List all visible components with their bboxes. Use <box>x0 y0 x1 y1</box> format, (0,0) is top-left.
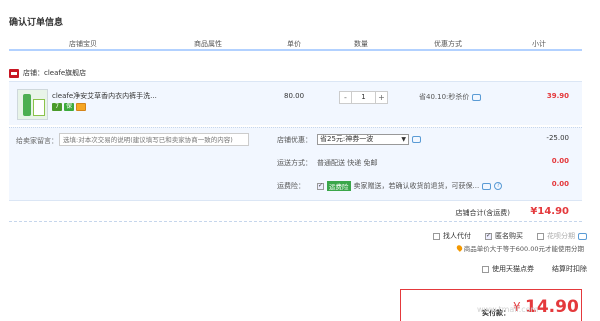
product-box-shape <box>33 99 45 116</box>
unit-price: 80.00 <box>284 92 305 100</box>
proxy-pay-option[interactable]: 找人代付 <box>433 231 471 241</box>
credit-card-icon[interactable] <box>76 103 86 111</box>
store-discount-amount: -25.00 <box>546 134 569 142</box>
installment-info-icon[interactable] <box>578 232 587 240</box>
guarantee-icon[interactable]: 保 <box>64 103 74 111</box>
store-discount-select[interactable]: 省25元:神券一波 <box>317 134 409 145</box>
tmall-points-label: 使用天猫点券 <box>492 265 534 273</box>
settle-deduct-text: 结算时扣除 <box>552 265 587 273</box>
quantity-increase-button[interactable]: + <box>375 91 388 104</box>
points-row: 使用天猫点券 结算时扣除 <box>482 264 587 274</box>
seller-message-input[interactable] <box>59 133 249 146</box>
installment-checkbox <box>537 232 544 240</box>
column-quantity: 数量 <box>354 40 368 48</box>
tmall-points-option[interactable]: 使用天猫点券 <box>482 264 534 274</box>
shop-name[interactable]: 店铺：cleafe旗舰店 <box>23 68 86 78</box>
item-subtotal: 39.90 <box>546 92 569 100</box>
proxy-pay-checkbox[interactable] <box>433 232 440 240</box>
store-total-label: 店铺合计(含运费) <box>455 209 510 217</box>
store-icon <box>9 68 19 78</box>
insurance-text: 卖家赠送，若确认收货前退货，可获保... <box>353 182 480 190</box>
store-total-row: 店铺合计(含运费) ¥14.90 <box>9 200 582 222</box>
discount-text: 省40.10:秒杀价 <box>419 93 470 101</box>
insurance-label: 运费险： <box>277 182 305 190</box>
watermark: www.tmall.com <box>477 305 539 314</box>
location-pin-icon <box>455 244 464 252</box>
column-subtotal: 小计 <box>532 40 546 48</box>
store-discount-label: 店铺优惠： <box>277 136 312 144</box>
anonymous-label: 匿名购买 <box>495 232 523 240</box>
column-attributes: 商品属性 <box>194 40 222 48</box>
shipping-method: 普通配送 快递 免邮 <box>317 159 378 167</box>
extra-options: 找人代付 匿名购买 花呗分期 <box>433 231 587 241</box>
column-shop-item: 店铺宝贝 <box>69 40 97 48</box>
order-item-row: cleafe净安艾草香内衣内裤手洗... 7 保 80.00 - 1 + 省40… <box>9 81 582 125</box>
insurance-amount: 0.00 <box>551 180 569 188</box>
installment-label: 花呗分期 <box>547 232 575 240</box>
quantity-input[interactable]: 1 <box>352 91 375 104</box>
chat-icon[interactable] <box>472 93 482 101</box>
insurance-row: 运费险 卖家赠送，若确认收货前退货，可获保... ? <box>317 181 503 191</box>
insurance-chat-icon[interactable] <box>482 182 492 190</box>
seven-day-return-icon[interactable]: 7 <box>52 103 62 111</box>
anonymous-checkbox[interactable] <box>485 232 492 240</box>
insurance-tag: 运费险 <box>327 181 351 191</box>
discount-info-icon[interactable] <box>412 136 421 143</box>
page-title: 确认订单信息 <box>9 18 64 28</box>
discount-method: 省40.10:秒杀价 <box>419 92 482 102</box>
help-icon[interactable]: ? <box>494 182 503 190</box>
product-thumbnail[interactable] <box>17 89 48 120</box>
service-badges: 7 保 <box>52 103 86 111</box>
store-total-value: ¥14.90 <box>530 206 569 217</box>
product-tube-shape <box>23 94 31 116</box>
shipping-label: 运送方式： <box>277 159 312 167</box>
quantity-decrease-button[interactable]: - <box>339 91 352 104</box>
installment-option: 花呗分期 <box>537 231 587 241</box>
quantity-stepper: - 1 + <box>339 91 388 104</box>
column-discount: 优惠方式 <box>434 40 462 48</box>
column-unit-price: 单价 <box>287 40 301 48</box>
installment-note: 商品单价大于等于600.00元才能使用分期 <box>455 243 584 253</box>
shop-row: 店铺：cleafe旗舰店 <box>9 67 86 79</box>
column-header: 店铺宝贝 商品属性 单价 数量 优惠方式 小计 <box>9 37 582 51</box>
anonymous-option[interactable]: 匿名购买 <box>485 231 523 241</box>
store-discount-row: 省25元:神券一波 <box>317 134 421 145</box>
tmall-points-checkbox[interactable] <box>482 265 489 273</box>
shipping-amount: 0.00 <box>551 157 569 165</box>
product-name-link[interactable]: cleafe净安艾草香内衣内裤手洗... <box>52 91 157 101</box>
message-label: 给卖家留言： <box>16 137 58 145</box>
order-options: 给卖家留言： 店铺优惠： 省25元:神券一波 -25.00 运送方式： 普通配送… <box>9 127 582 200</box>
installment-note-text: 商品单价大于等于600.00元才能使用分期 <box>463 245 584 253</box>
proxy-pay-label: 找人代付 <box>443 232 471 240</box>
insurance-checkbox[interactable] <box>317 182 324 190</box>
